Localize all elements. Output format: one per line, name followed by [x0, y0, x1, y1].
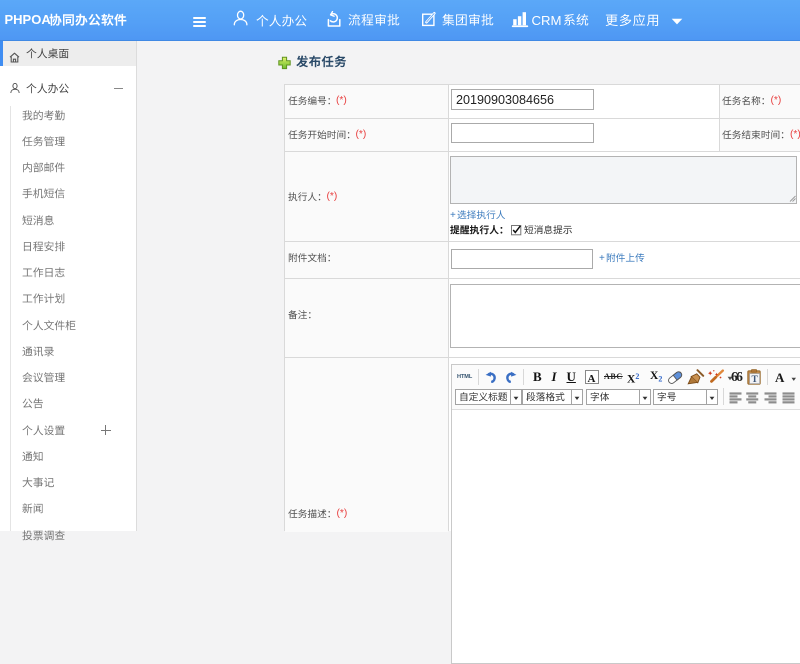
svg-text:T: T [751, 375, 758, 385]
